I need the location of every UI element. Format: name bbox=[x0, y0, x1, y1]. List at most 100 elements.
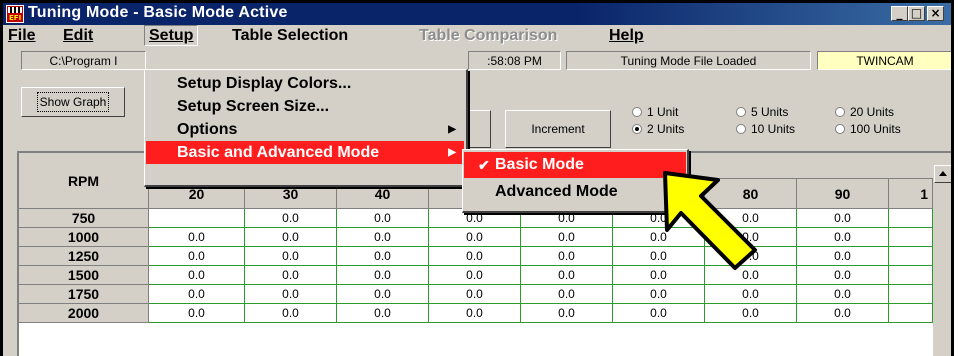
show-graph-button[interactable]: Show Graph bbox=[21, 87, 125, 117]
table-cell[interactable]: 0.0 bbox=[149, 304, 245, 323]
menu-item-basic-and-advanced-mode[interactable]: Basic and Advanced Mode ▶ bbox=[146, 141, 464, 164]
table-cell[interactable]: 0.0 bbox=[797, 266, 889, 285]
table-cell[interactable] bbox=[889, 228, 933, 247]
row-header: 750 bbox=[19, 209, 149, 228]
close-button[interactable]: × bbox=[927, 6, 944, 21]
status-panel: Tuning Mode File Loaded bbox=[566, 51, 811, 70]
table-cell[interactable] bbox=[149, 209, 245, 228]
radio-1-unit-dot bbox=[632, 107, 642, 117]
menu-table-selection-label: Table Selection bbox=[232, 27, 349, 44]
menu-file-label: File bbox=[8, 27, 36, 44]
minimize-button[interactable]: _ bbox=[891, 6, 908, 21]
table-cell[interactable]: 0.0 bbox=[797, 285, 889, 304]
table-cell[interactable] bbox=[889, 304, 933, 323]
table-cell[interactable]: 0.0 bbox=[245, 285, 337, 304]
menu-item-label: Options bbox=[177, 121, 238, 138]
menu-setup[interactable]: Setup bbox=[144, 25, 199, 46]
table-cell[interactable]: 0.0 bbox=[245, 266, 337, 285]
table-cell[interactable]: 0.0 bbox=[521, 266, 613, 285]
row-header: 1000 bbox=[19, 228, 149, 247]
table-cell[interactable]: 0.0 bbox=[797, 228, 889, 247]
menu-edit[interactable]: Edit bbox=[63, 26, 93, 45]
table-cell[interactable]: 0.0 bbox=[705, 285, 797, 304]
setup-dropdown-menu: Setup Display Colors... Setup Screen Siz… bbox=[144, 69, 468, 187]
menu-item-label: Advanced Mode bbox=[495, 183, 618, 200]
table-cell[interactable]: 0.0 bbox=[337, 247, 429, 266]
table-cell[interactable]: 0.0 bbox=[337, 228, 429, 247]
table-cell[interactable]: 0.0 bbox=[245, 247, 337, 266]
radio-1-unit[interactable]: 1 Unit bbox=[632, 105, 678, 119]
table-cell[interactable]: 0.0 bbox=[245, 228, 337, 247]
table-cell[interactable]: 0.0 bbox=[521, 228, 613, 247]
table-cell[interactable]: 0.0 bbox=[705, 304, 797, 323]
menu-help-label: Help bbox=[609, 27, 644, 44]
menu-bar: File Edit Setup Table Selection Table Co… bbox=[3, 25, 951, 46]
radio-2-units-dot bbox=[632, 124, 642, 134]
menu-file[interactable]: File bbox=[8, 26, 36, 45]
table-cell[interactable]: 0.0 bbox=[149, 285, 245, 304]
table-cell[interactable]: 0.0 bbox=[337, 285, 429, 304]
table-cell[interactable]: 0.0 bbox=[245, 209, 337, 228]
menu-table-comparison: Table Comparison bbox=[419, 26, 557, 45]
table-cell[interactable]: 0.0 bbox=[429, 285, 521, 304]
application-window: Tuning Mode - Basic Mode Active _ □ × Fi… bbox=[0, 0, 954, 356]
table-cell[interactable]: 0.0 bbox=[613, 304, 705, 323]
table-cell[interactable]: 0.0 bbox=[797, 209, 889, 228]
table-cell[interactable]: 0.0 bbox=[429, 266, 521, 285]
table-cell[interactable]: 0.0 bbox=[245, 304, 337, 323]
menu-item-setup-screen-size[interactable]: Setup Screen Size... bbox=[146, 95, 464, 118]
radio-5-units-label: 5 Units bbox=[751, 105, 789, 119]
table-cell[interactable]: 0.0 bbox=[521, 285, 613, 304]
menu-item-options[interactable]: Options ▶ bbox=[146, 118, 464, 141]
table-cell[interactable]: 0.0 bbox=[521, 247, 613, 266]
menu-help[interactable]: Help bbox=[609, 26, 644, 45]
radio-100-units[interactable]: 100 Units bbox=[835, 122, 901, 136]
maximize-button[interactable]: □ bbox=[908, 6, 925, 21]
menu-table-selection[interactable]: Table Selection bbox=[232, 26, 348, 45]
radio-20-units[interactable]: 20 Units bbox=[835, 105, 894, 119]
table-cell[interactable]: 0.0 bbox=[149, 266, 245, 285]
table-cell[interactable]: 0.0 bbox=[149, 247, 245, 266]
table-cell[interactable] bbox=[889, 266, 933, 285]
file-path-panel: C:\Program I bbox=[21, 51, 146, 70]
table-cell[interactable]: 0.0 bbox=[797, 247, 889, 266]
table-cell[interactable]: 0.0 bbox=[429, 304, 521, 323]
radio-2-units[interactable]: 2 Units bbox=[632, 122, 684, 136]
table-cell[interactable] bbox=[889, 285, 933, 304]
rpm-header: RPM bbox=[19, 153, 149, 209]
menu-table-comparison-label: Table Comparison bbox=[419, 27, 558, 44]
row-header: 2000 bbox=[19, 304, 149, 323]
submenu-arrow-icon: ▶ bbox=[448, 147, 456, 158]
table-cell[interactable]: 0.0 bbox=[337, 304, 429, 323]
table-cell[interactable]: 0.0 bbox=[337, 209, 429, 228]
decrement-button[interactable] bbox=[467, 110, 491, 148]
increment-button[interactable]: Increment bbox=[505, 110, 611, 148]
menu-edit-label: Edit bbox=[63, 27, 94, 44]
table-cell[interactable] bbox=[889, 247, 933, 266]
row-header: 1250 bbox=[19, 247, 149, 266]
efi-logo-icon[interactable] bbox=[6, 5, 24, 23]
scroll-up-button[interactable] bbox=[934, 165, 951, 183]
radio-5-units[interactable]: 5 Units bbox=[736, 105, 788, 119]
radio-20-units-label: 20 Units bbox=[850, 105, 895, 119]
table-cell[interactable]: 0.0 bbox=[613, 285, 705, 304]
table-cell[interactable] bbox=[889, 209, 933, 228]
table-cell[interactable]: 0.0 bbox=[337, 266, 429, 285]
row-header: 1500 bbox=[19, 266, 149, 285]
column-header: 1 bbox=[889, 179, 933, 209]
menu-item-label: Setup Screen Size... bbox=[177, 98, 330, 115]
radio-1-unit-label: 1 Unit bbox=[647, 105, 679, 119]
engine-type-badge: TWINCAM bbox=[817, 51, 951, 70]
submenu-arrow-icon: ▶ bbox=[448, 124, 456, 135]
radio-100-units-dot bbox=[835, 124, 845, 134]
radio-20-units-dot bbox=[835, 107, 845, 117]
title-bar[interactable]: Tuning Mode - Basic Mode Active _ □ × bbox=[3, 3, 951, 25]
menu-item-setup-display-colors[interactable]: Setup Display Colors... bbox=[146, 72, 464, 95]
table-cell[interactable]: 0.0 bbox=[429, 228, 521, 247]
radio-10-units[interactable]: 10 Units bbox=[736, 122, 795, 136]
table-cell[interactable]: 0.0 bbox=[149, 228, 245, 247]
table-cell[interactable]: 0.0 bbox=[797, 304, 889, 323]
table-cell[interactable]: 0.0 bbox=[429, 247, 521, 266]
vertical-scrollbar[interactable] bbox=[933, 153, 951, 356]
table-cell[interactable]: 0.0 bbox=[521, 304, 613, 323]
